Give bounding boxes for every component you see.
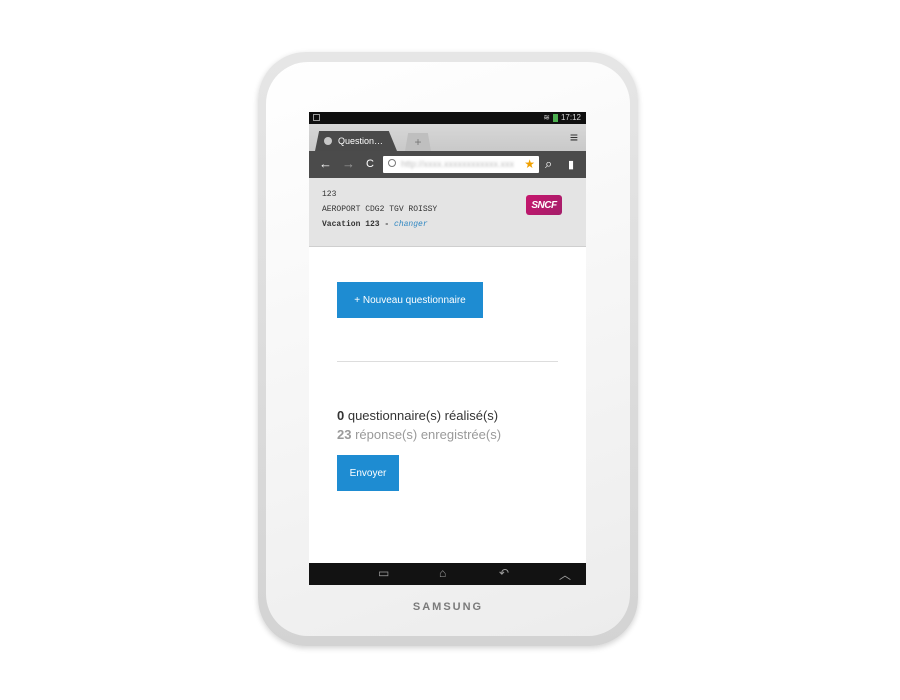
completed-label: questionnaire(s) réalisé(s) <box>344 408 499 423</box>
tab-questionnaire[interactable]: Question… <box>315 131 397 151</box>
image-notification-icon <box>313 114 320 121</box>
recent-apps-icon[interactable]: ▭ <box>378 566 389 580</box>
bookmark-icon[interactable]: ▮ <box>568 158 574 171</box>
battery-icon <box>552 113 558 122</box>
completed-questionnaires: 0 questionnaire(s) réalisé(s) <box>337 408 498 423</box>
saved-responses: 23 réponse(s) enregistrée(s) <box>337 427 501 442</box>
star-icon[interactable]: ★ <box>524 157 535 171</box>
responses-count: 23 <box>337 427 352 442</box>
status-bar: ≋ 17:12 <box>309 112 586 124</box>
search-icon[interactable]: ⌕ <box>545 156 552 172</box>
page-header: 123 AEROPORT CDG2 TGV ROISSY Vacation 12… <box>309 178 586 247</box>
tablet-screen: ≋ 17:12 Question… + ≡ ← → C http://xxxx.… <box>309 112 586 585</box>
tab-title: Question… <box>338 136 384 146</box>
reload-icon[interactable]: C <box>366 158 374 170</box>
up-arrow-icon[interactable]: ︿ <box>559 566 571 583</box>
status-time: 17:12 <box>560 113 581 122</box>
new-questionnaire-button[interactable]: + Nouveau questionnaire <box>337 282 483 318</box>
browser-tab-bar: Question… + ≡ <box>309 124 586 151</box>
new-tab-button[interactable]: + <box>405 133 431 151</box>
url-text: http://xxxx.xxxxxxxxxxxx.xxx <box>401 159 515 169</box>
back-icon[interactable]: ← <box>319 156 332 171</box>
vacation-line: Vacation 123 - changer <box>322 220 428 229</box>
browser-menu-icon[interactable]: ≡ <box>570 129 578 145</box>
back-nav-icon[interactable]: ↶ <box>499 566 509 580</box>
sncf-logo: SNCF <box>526 195 562 215</box>
vacation-label: Vacation 123 - <box>322 220 395 229</box>
main-content: + Nouveau questionnaire 0 questionnaire(… <box>309 247 586 563</box>
station-code: 123 <box>322 190 337 199</box>
favicon-icon <box>324 137 332 145</box>
forward-icon[interactable]: → <box>342 156 355 171</box>
site-info-icon[interactable] <box>388 159 396 167</box>
url-field[interactable]: http://xxxx.xxxxxxxxxxxx.xxx ★ <box>383 156 539 173</box>
home-icon[interactable]: ⌂ <box>439 566 446 580</box>
send-button[interactable]: Envoyer <box>337 455 399 491</box>
device-brand: SAMSUNG <box>412 601 484 613</box>
wifi-icon: ≋ <box>543 113 550 122</box>
android-nav-bar: ▭ ⌂ ↶ ︿ <box>309 563 586 585</box>
change-link[interactable]: changer <box>394 220 428 229</box>
divider <box>337 361 558 362</box>
responses-label: réponse(s) enregistrée(s) <box>351 427 502 442</box>
browser-toolbar: ← → C http://xxxx.xxxxxxxxxxxx.xxx ★ ⌕ ▮ <box>309 151 586 178</box>
station-name: AEROPORT CDG2 TGV ROISSY <box>322 205 438 214</box>
